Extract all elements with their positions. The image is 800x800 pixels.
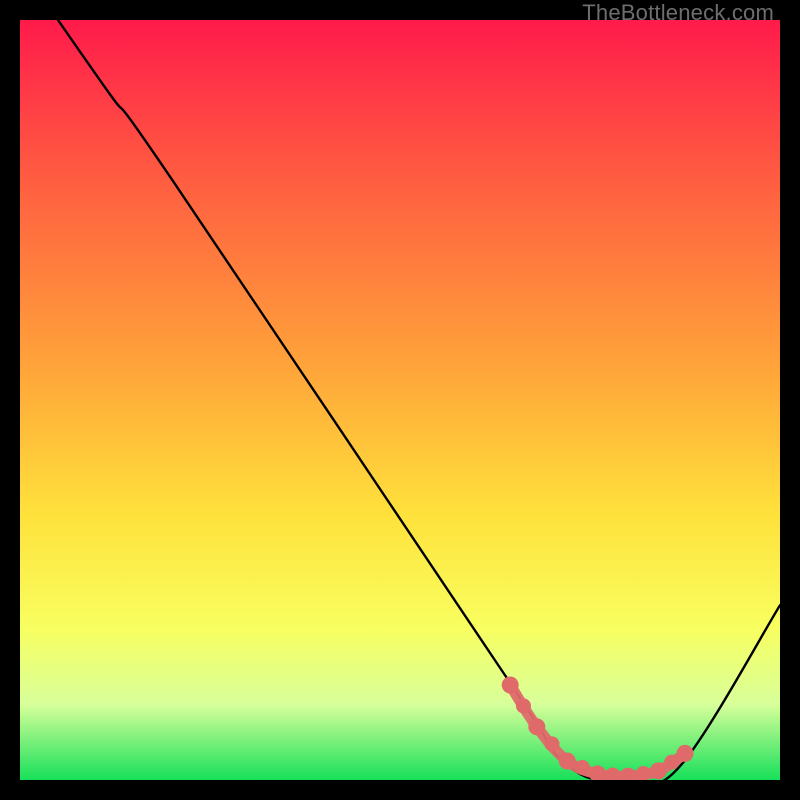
chart-frame bbox=[20, 20, 780, 780]
bottleneck-chart bbox=[20, 20, 780, 780]
watermark-text: TheBottleneck.com bbox=[582, 0, 774, 26]
chart-background-gradient bbox=[20, 20, 780, 780]
